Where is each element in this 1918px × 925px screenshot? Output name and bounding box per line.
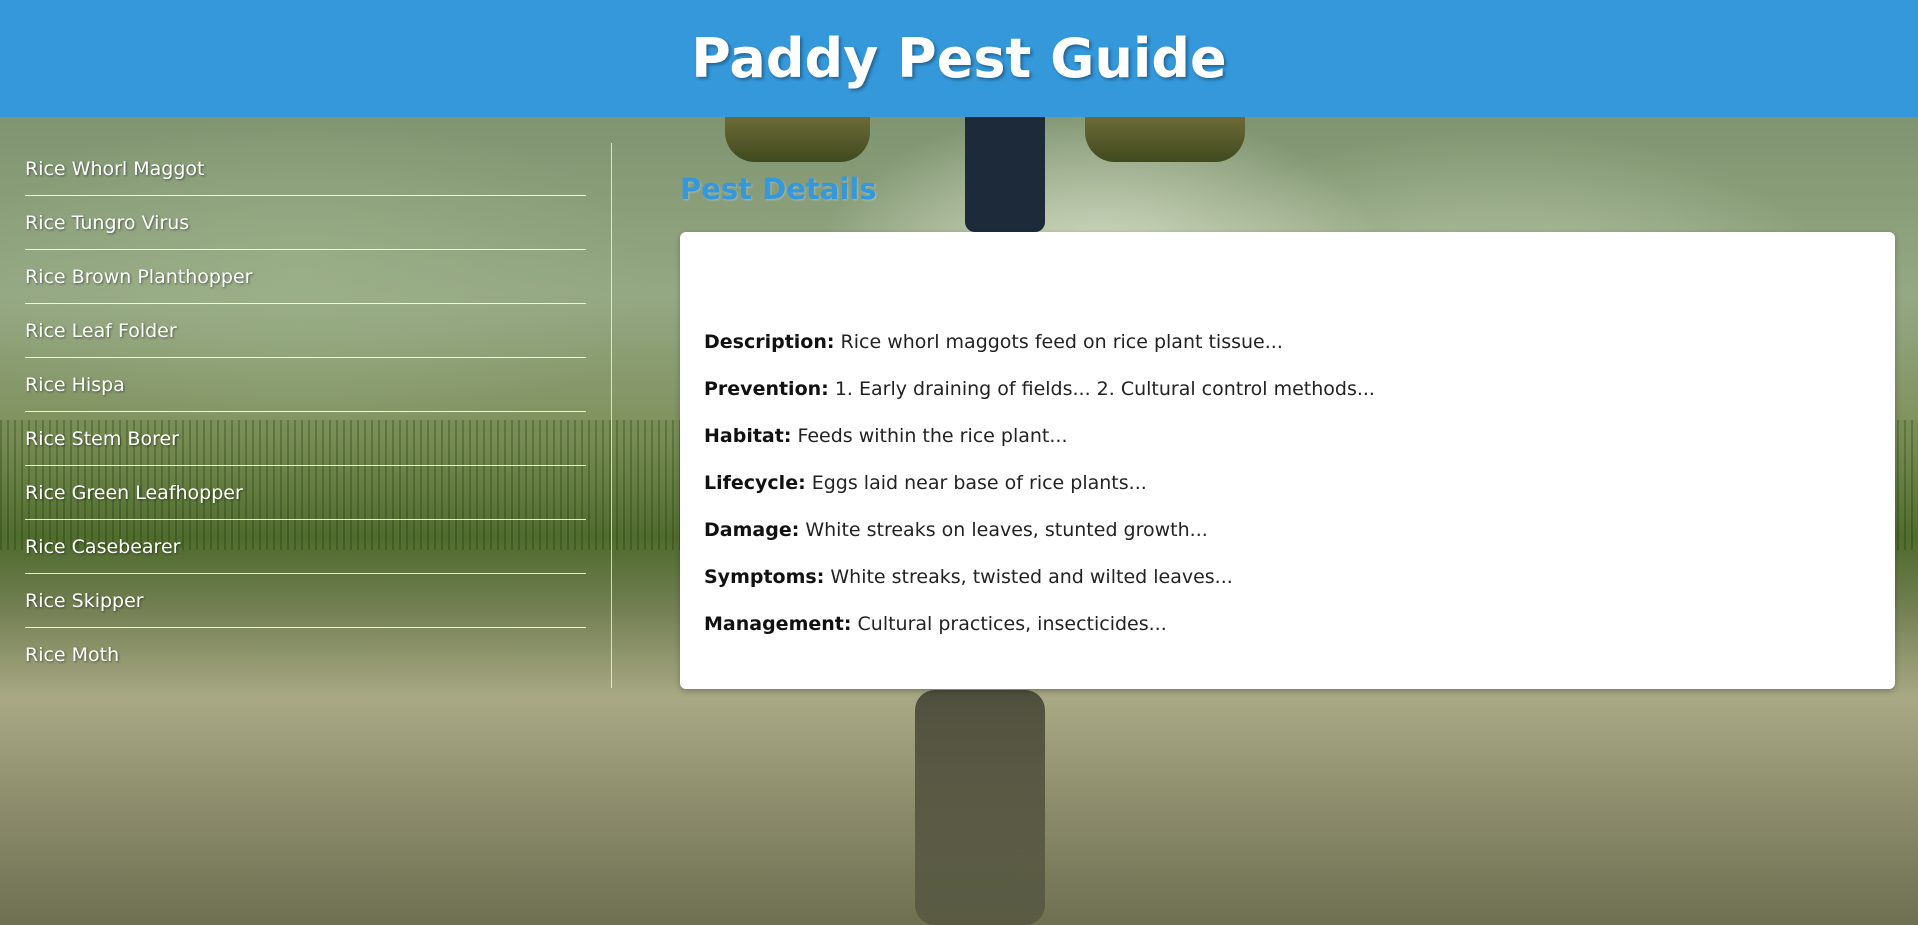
detail-management: Management: Cultural practices, insectic… <box>704 612 1871 659</box>
detail-label: Damage: <box>704 519 800 541</box>
sidebar-item-rice-casebearer[interactable]: Rice Casebearer <box>25 521 586 574</box>
sidebar-item-rice-brown-planthopper[interactable]: Rice Brown Planthopper <box>25 251 586 304</box>
sidebar-item-rice-hispa[interactable]: Rice Hispa <box>25 359 586 412</box>
detail-prevention: Prevention: 1. Early draining of fields.… <box>704 377 1871 424</box>
background-rice-bundle-right <box>1085 117 1245 162</box>
detail-label: Lifecycle: <box>704 472 806 494</box>
sidebar-item-rice-skipper[interactable]: Rice Skipper <box>25 575 586 628</box>
detail-label: Habitat: <box>704 425 792 447</box>
sidebar-item-rice-moth[interactable]: Rice Moth <box>25 629 586 681</box>
detail-value: Feeds within the rice plant... <box>797 425 1068 447</box>
detail-label: Description: <box>704 331 835 353</box>
detail-label: Prevention: <box>704 378 829 400</box>
detail-value: Rice whorl maggots feed on rice plant ti… <box>840 331 1283 353</box>
detail-habitat: Habitat: Feeds within the rice plant... <box>704 424 1871 471</box>
sidebar-item-rice-leaf-folder[interactable]: Rice Leaf Folder <box>25 305 586 358</box>
detail-value: Eggs laid near base of rice plants... <box>811 472 1147 494</box>
sidebar-divider <box>611 143 612 688</box>
page-title: Paddy Pest Guide <box>691 27 1227 90</box>
pest-details-card: Description: Rice whorl maggots feed on … <box>680 232 1895 689</box>
pest-details-section: Pest Details Description: Rice whorl mag… <box>680 163 1895 689</box>
detail-value: White streaks, twisted and wilted leaves… <box>830 566 1233 588</box>
sidebar-item-rice-tungro-virus[interactable]: Rice Tungro Virus <box>25 197 586 250</box>
detail-description: Description: Rice whorl maggots feed on … <box>704 330 1871 377</box>
section-title: Pest Details <box>680 172 877 206</box>
detail-damage: Damage: White streaks on leaves, stunted… <box>704 518 1871 565</box>
detail-label: Symptoms: <box>704 566 825 588</box>
detail-label: Management: <box>704 613 852 635</box>
detail-symptoms: Symptoms: White streaks, twisted and wil… <box>704 565 1871 612</box>
sidebar-item-rice-green-leafhopper[interactable]: Rice Green Leafhopper <box>25 467 586 520</box>
background-water-reflection <box>915 690 1045 925</box>
detail-lifecycle: Lifecycle: Eggs laid near base of rice p… <box>704 471 1871 518</box>
detail-value: White streaks on leaves, stunted growth.… <box>805 519 1208 541</box>
detail-value: 1. Early draining of fields... 2. Cultur… <box>834 378 1375 400</box>
detail-value: Cultural practices, insecticides... <box>857 613 1167 635</box>
pest-sidebar: Rice Whorl Maggot Rice Tungro Virus Rice… <box>25 143 586 681</box>
sidebar-item-rice-whorl-maggot[interactable]: Rice Whorl Maggot <box>25 143 586 196</box>
page-header: Paddy Pest Guide <box>0 0 1918 117</box>
background-rice-bundle-left <box>725 117 870 162</box>
sidebar-item-rice-stem-borer[interactable]: Rice Stem Borer <box>25 413 586 466</box>
